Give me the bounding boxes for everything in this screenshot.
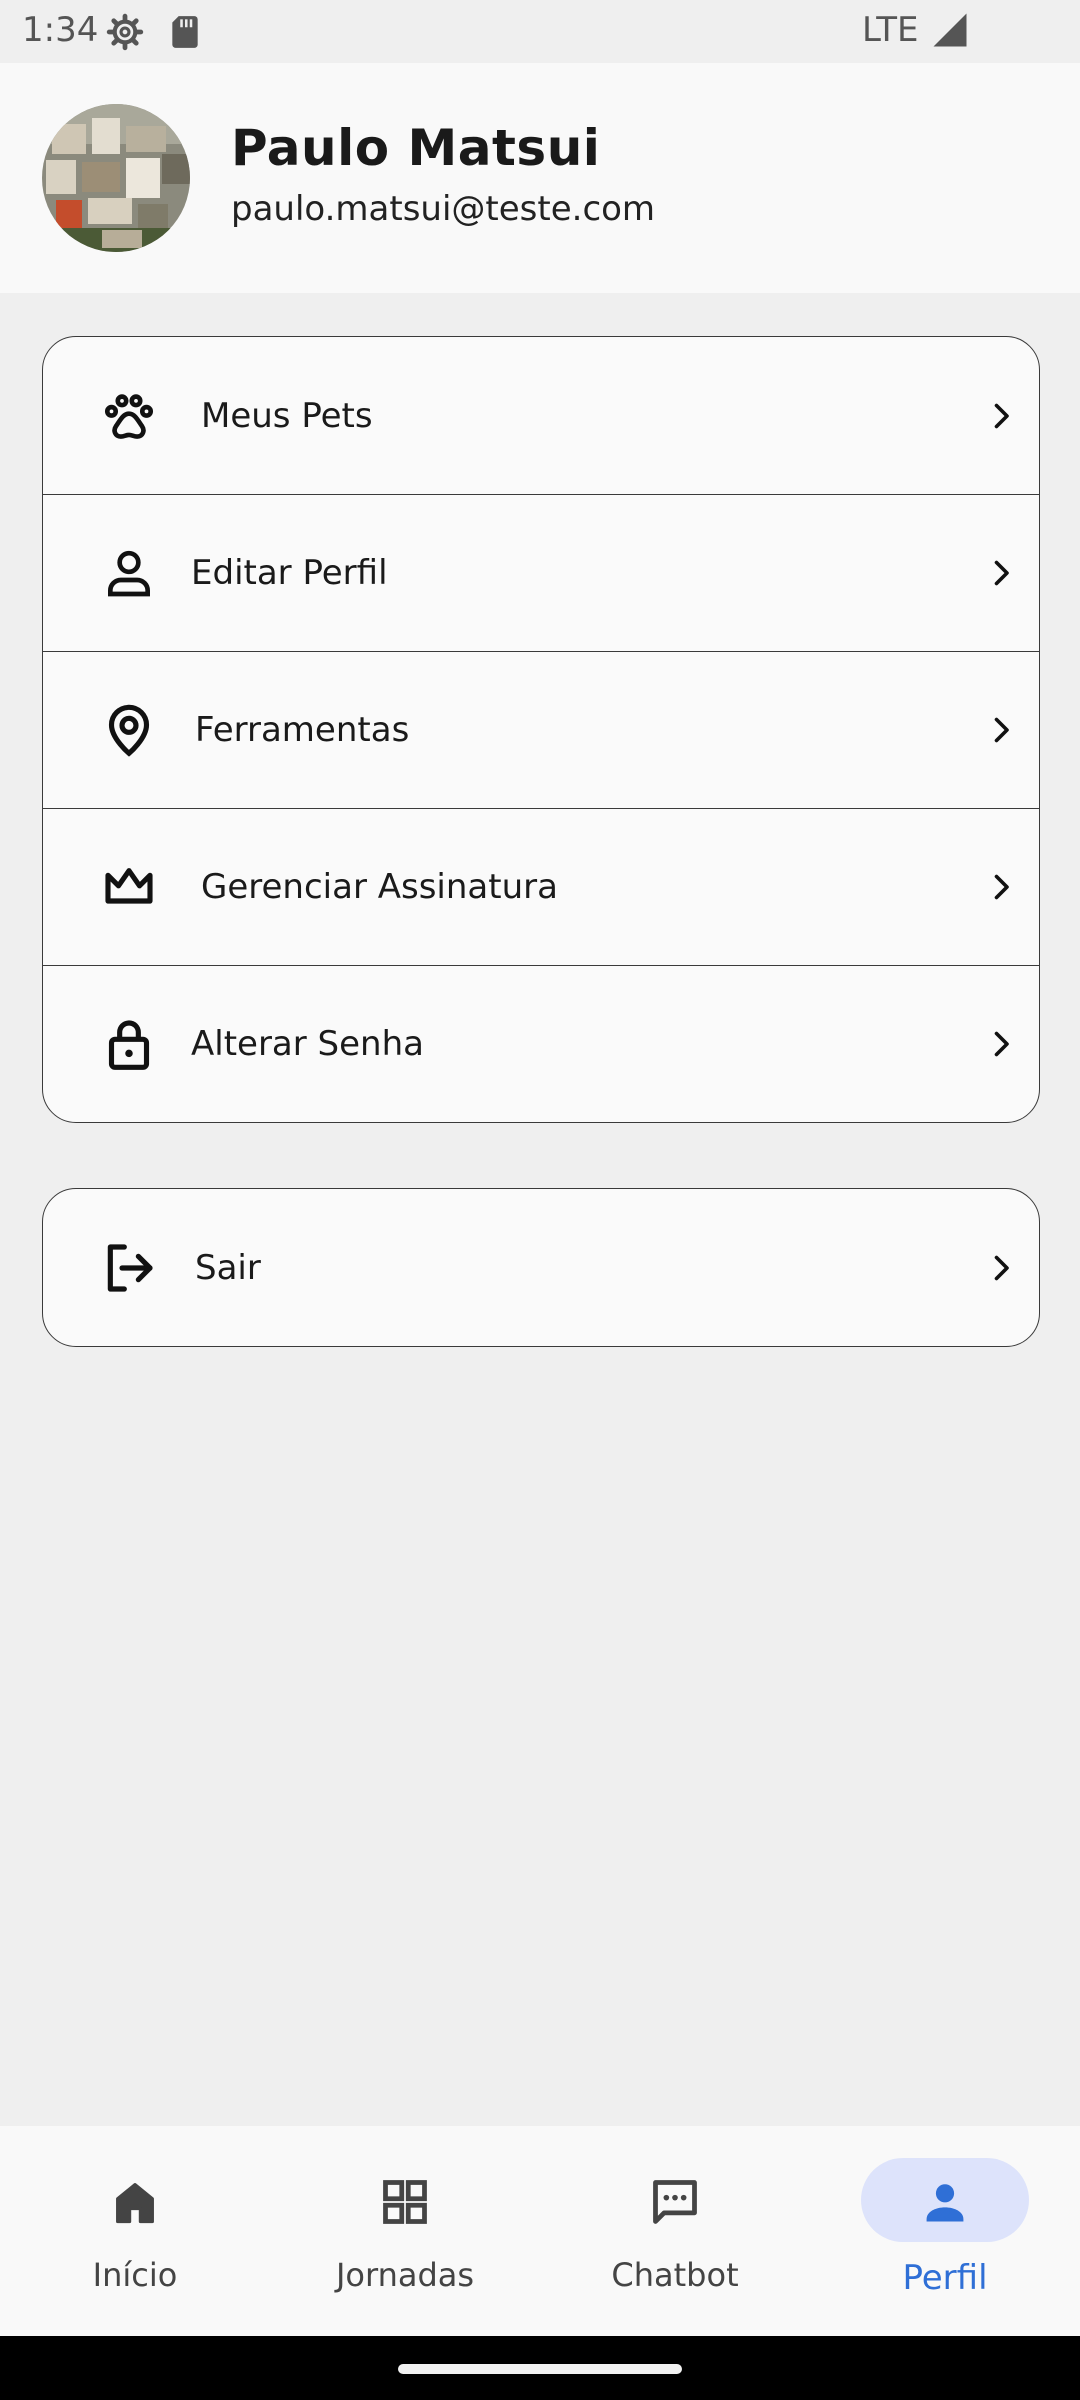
lock-icon <box>108 1020 150 1070</box>
grid-icon <box>383 2180 427 2224</box>
menu-item-label: Gerenciar Assinatura <box>201 867 558 907</box>
paw-icon <box>104 393 154 439</box>
chevron-right-icon <box>994 403 1009 428</box>
chevron-right-icon <box>994 874 1009 900</box>
chevron-right-icon <box>994 1255 1009 1280</box>
nav-item-jornadas[interactable]: Jornadas <box>270 2126 540 2336</box>
nav-item-chatbot[interactable]: Chatbot <box>540 2126 810 2336</box>
menu-item-label: Ferramentas <box>195 710 410 750</box>
location-pin-icon <box>108 704 150 757</box>
settings-gear-icon <box>106 13 144 51</box>
menu-item-meus-pets[interactable]: Meus Pets <box>43 337 1039 494</box>
avatar-photo <box>42 104 190 252</box>
user-email: paulo.matsui@teste.com <box>231 189 656 229</box>
menu-item-label: Alterar Senha <box>191 1024 424 1064</box>
person-icon <box>926 2184 964 2222</box>
sd-card-icon <box>172 16 198 48</box>
home-icon <box>116 2183 154 2224</box>
user-name: Paulo Matsui <box>231 119 601 177</box>
menu-item-editar-perfil[interactable]: Editar Perfil <box>43 494 1039 651</box>
chevron-right-icon <box>994 560 1009 586</box>
network-type: LTE <box>862 10 919 50</box>
status-bar: 1:34 LTE <box>0 0 1080 63</box>
nav-label: Jornadas <box>335 2256 475 2294</box>
nav-label: Chatbot <box>611 2256 739 2294</box>
system-gesture-bar <box>0 2336 1080 2400</box>
avatar[interactable] <box>42 104 190 252</box>
menu-item-alterar-senha[interactable]: Alterar Senha <box>43 965 1039 1122</box>
crown-icon <box>105 868 153 904</box>
chevron-right-icon <box>994 1031 1009 1057</box>
nav-item-inicio[interactable]: Início <box>0 2126 270 2336</box>
nav-label: Início <box>92 2256 178 2294</box>
nav-label: Perfil <box>902 2258 988 2298</box>
status-time: 1:34 <box>22 10 99 50</box>
menu-item-ferramentas[interactable]: Ferramentas <box>43 651 1039 808</box>
chevron-right-icon <box>994 717 1009 743</box>
menu-item-label: Editar Perfil <box>191 553 388 593</box>
logout-label: Sair <box>195 1247 261 1288</box>
menu-item-gerenciar-assinatura[interactable]: Gerenciar Assinatura <box>43 808 1039 965</box>
profile-header: Paulo Matsui paulo.matsui@teste.com <box>0 63 1080 293</box>
logout-button[interactable]: Sair <box>43 1189 1039 1346</box>
logout-card: Sair <box>42 1188 1040 1347</box>
signal-icon <box>933 13 967 47</box>
bottom-navigation: Início Jornadas Chatbot Perfil <box>0 2126 1080 2336</box>
person-icon <box>108 550 150 597</box>
profile-menu: Meus Pets Editar Perfil Ferramentas Gere… <box>42 336 1040 1123</box>
chat-bubble-icon <box>653 2180 697 2224</box>
gesture-handle[interactable] <box>398 2364 682 2374</box>
menu-item-label: Meus Pets <box>201 395 373 436</box>
logout-icon <box>107 1243 153 1292</box>
nav-item-perfil[interactable]: Perfil <box>810 2126 1080 2336</box>
